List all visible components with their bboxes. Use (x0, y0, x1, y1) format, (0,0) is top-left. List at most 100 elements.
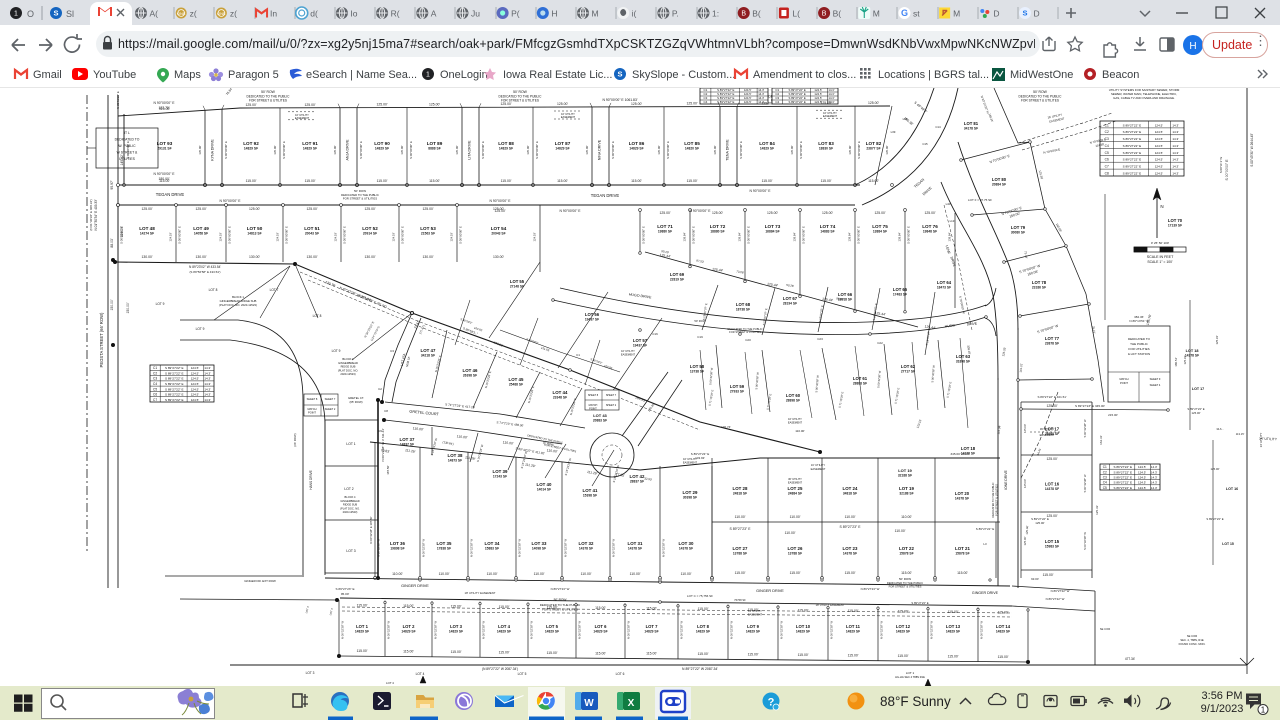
svg-text:Maps: Maps (174, 69, 201, 81)
svg-text:125.00': 125.00' (924, 211, 935, 215)
svg-text:N 15°23'28" E: N 15°23'28" E (527, 386, 535, 404)
svg-text:88.03': 88.03' (110, 238, 114, 247)
svg-text:120.79': 120.79' (325, 280, 337, 288)
svg-text:C6: C6 (153, 393, 157, 397)
svg-text:16' UTILITY: 16' UTILITY (683, 457, 697, 461)
svg-text:LOT 59: LOT 59 (730, 384, 745, 389)
svg-text:LOT 84: LOT 84 (759, 141, 775, 146)
svg-text:(PLAT DOC. NO. 2020-12523): (PLAT DOC. NO. 2020-12523) (219, 303, 257, 307)
svg-text:S 80°58'3": S 80°58'3" (526, 337, 539, 345)
svg-text:A(: A( (150, 9, 159, 19)
svg-text:14829 SF: 14829 SF (629, 147, 643, 151)
svg-text:S 00°00'00" E: S 00°00'00" E (666, 141, 670, 159)
svg-text:124.5': 124.5' (1138, 465, 1147, 469)
svg-text:C1: C1 (1103, 465, 1107, 469)
svg-text:LOT 74: LOT 74 (820, 224, 836, 229)
svg-text:(N 01°30'36" E 408.34'): (N 01°30'36" E 408.34') (89, 199, 93, 230)
svg-text:124.5': 124.5' (191, 387, 200, 391)
svg-text:135.00': 135.00' (885, 145, 889, 155)
svg-text:LOT 38: LOT 38 (448, 453, 463, 458)
svg-text:30080 SF: 30080 SF (1011, 231, 1025, 235)
svg-text:14.3': 14.3' (204, 398, 211, 402)
svg-text:50' ROW: 50' ROW (899, 577, 911, 581)
svg-text:130.00': 130.00' (364, 255, 375, 259)
svg-text:14829 SF: 14829 SF (555, 147, 569, 151)
svg-text:DRIVE: DRIVE (949, 256, 956, 268)
svg-text:29131 SF: 29131 SF (157, 147, 171, 151)
svg-text:28898 SF: 28898 SF (786, 399, 800, 403)
svg-text:125.00': 125.00' (686, 102, 697, 106)
svg-text:(S 89°56'58" E 433.54'): (S 89°56'58" E 433.54') (189, 270, 220, 274)
svg-text:TEGAN DRIVE: TEGAN DRIVE (156, 192, 185, 197)
svg-text:19880 SF: 19880 SF (658, 230, 672, 234)
svg-text:N 01°30'34" E 409.33': N 01°30'34" E 409.33' (94, 199, 98, 230)
svg-text:135.00': 135.00' (585, 145, 589, 155)
svg-text:20043 SF: 20043 SF (305, 232, 319, 236)
svg-text:S 89°27'22" E: S 89°27'22" E (976, 527, 995, 531)
svg-text:LOT 1: LOT 1 (356, 624, 369, 629)
svg-text:S 00°00'00" E: S 00°00'00" E (343, 226, 347, 244)
svg-text:124.5': 124.5' (191, 398, 200, 402)
svg-text:14829 SF: 14829 SF (696, 630, 710, 634)
svg-text:P(: P( (511, 9, 520, 19)
svg-text:S 00°32'38" W: S 00°32'38" W (1083, 532, 1087, 550)
svg-text:14829 SF: 14829 SF (846, 630, 860, 634)
svg-text:115.00': 115.00' (845, 571, 856, 575)
svg-text:0' 25' 50' 100': 0' 25' 50' 100' (1151, 241, 1170, 245)
svg-text:115.00': 115.00' (748, 608, 759, 612)
svg-text:N 00°32'38" W: N 00°32'38" W (530, 621, 534, 640)
svg-text:LOT 28: LOT 28 (733, 486, 748, 491)
svg-text:14829 SF: 14829 SF (896, 630, 910, 634)
svg-text:S 89°27'22" E: S 89°27'22" E (1123, 144, 1142, 148)
svg-text:N 89°27'22" W: N 89°27'22" W (1046, 597, 1065, 601)
svg-text:S 89°27'22" E: S 89°27'22" E (717, 100, 734, 104)
svg-text:LOT 9: LOT 9 (332, 349, 341, 353)
svg-text:115.00': 115.00' (451, 604, 462, 608)
svg-text:z(: z( (230, 9, 237, 19)
svg-text:C5: C5 (1105, 151, 1109, 155)
svg-text:DEDICATED TO THE PUBLIC: DEDICATED TO THE PUBLIC (991, 482, 995, 517)
svg-text:N 00°32'38" W: N 00°32'38" W (578, 621, 582, 640)
svg-text:115.00': 115.00' (798, 653, 809, 657)
svg-text:TEGAN DRIVE: TEGAN DRIVE (591, 193, 620, 198)
svg-text:(65' ROW): (65' ROW) (349, 400, 362, 404)
svg-text:(130.64'): (130.64') (442, 440, 454, 446)
svg-text:14829 SF: 14829 SF (401, 630, 415, 634)
svg-text:FOR STREET & UTILITIES: FOR STREET & UTILITIES (889, 585, 922, 589)
svg-text:111.29': 111.29' (525, 463, 536, 469)
svg-text:S 00°00'00" E: S 00°00'00" E (799, 141, 803, 159)
svg-text:N 00°32'38" W: N 00°32'38" W (612, 539, 616, 558)
svg-text:139.84': 139.84' (683, 232, 687, 242)
svg-text:HUGO: HUGO (945, 323, 956, 328)
svg-text:GRETEL COURT: GRETEL COURT (409, 409, 439, 416)
svg-text:115.00': 115.00' (499, 605, 510, 609)
svg-text:124.5': 124.5' (1138, 476, 1147, 480)
svg-text:50' ROW: 50' ROW (694, 319, 706, 323)
svg-text:C7: C7 (1105, 165, 1109, 169)
svg-text:LOT 80: LOT 80 (992, 177, 1007, 182)
svg-text:LOT 46: LOT 46 (463, 368, 478, 373)
svg-text:N 00°32'38" W: N 00°32'38" W (422, 539, 426, 558)
svg-text:110.00': 110.00' (630, 572, 641, 576)
svg-text:20884 SF: 20884 SF (992, 183, 1006, 187)
svg-text:LOT 77: LOT 77 (1045, 336, 1060, 341)
svg-text:(PLAT DOC. NO.: (PLAT DOC. NO. (338, 368, 359, 372)
svg-text:LOT 21: LOT 21 (955, 546, 970, 551)
svg-text:14.3': 14.3' (204, 382, 211, 386)
svg-text:8888 SF: 8888 SF (428, 147, 440, 151)
svg-text:S 70°00'00" W: S 70°00'00" W (1037, 324, 1060, 335)
svg-text:S 89°27'23" E: S 89°27'23" E (335, 587, 354, 591)
svg-text:160.38': 160.38' (903, 116, 914, 126)
svg-text:LOT 15: LOT 15 (1045, 539, 1060, 544)
svg-text:125.38': 125.38' (1038, 170, 1044, 181)
svg-text:115.00': 115.00' (403, 604, 414, 608)
svg-text:88°F Sunny: 88°F Sunny (880, 694, 951, 709)
svg-text:180.54': 180.54' (1174, 357, 1178, 367)
svg-text:34178 SF: 34178 SF (964, 127, 978, 131)
svg-text:34-6...: 34-6... (1216, 427, 1224, 431)
svg-text:P.: P. (672, 9, 679, 19)
svg-text:LOT 66: LOT 66 (838, 292, 853, 297)
svg-text:125.00': 125.00' (422, 207, 433, 211)
svg-text:Paragon 5: Paragon 5 (228, 69, 279, 81)
svg-text:34218 SF: 34218 SF (421, 354, 435, 358)
